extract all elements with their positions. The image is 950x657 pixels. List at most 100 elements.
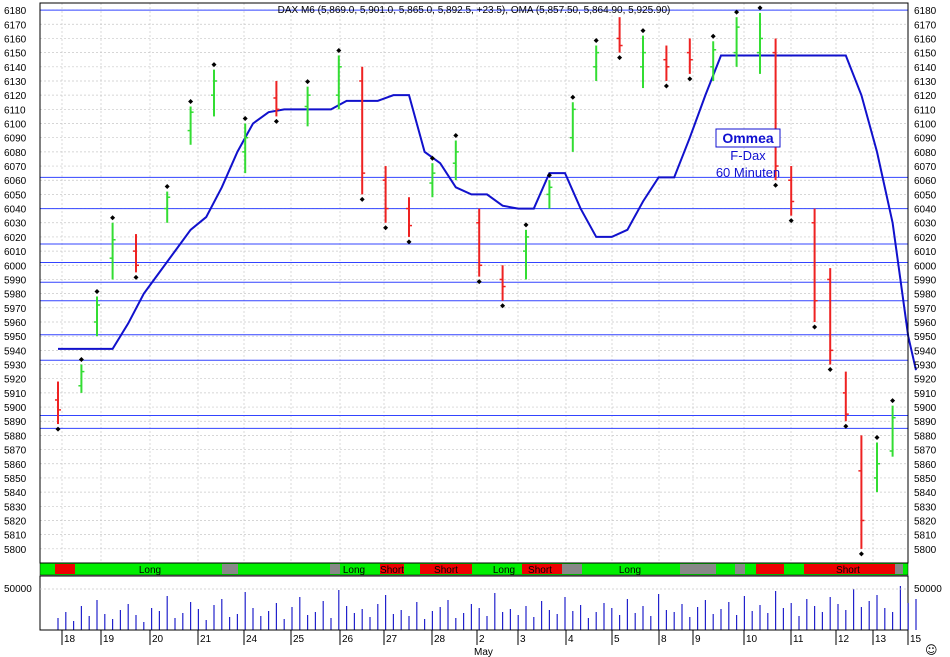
signal-band-segment — [222, 564, 238, 574]
y-tick-label: 5960 — [914, 318, 937, 329]
y-tick-label: 5920 — [914, 375, 937, 386]
signal-band-label: Long — [139, 565, 161, 576]
y-tick-label: 6180 — [914, 6, 937, 17]
y-tick-label: 5870 — [914, 446, 937, 457]
y-tick-label: 6160 — [4, 34, 27, 45]
y-tick-label: 6140 — [914, 63, 937, 74]
x-tick-label: 8 — [661, 634, 667, 645]
y-tick-label: 5860 — [4, 460, 27, 471]
month-label: May — [474, 647, 493, 657]
y-tick-label: 5910 — [4, 389, 27, 400]
signal-band-label: Short — [836, 565, 860, 576]
y-tick-label: 6130 — [914, 77, 937, 88]
signal-band-label: Short — [380, 565, 404, 576]
y-tick-label: 6130 — [4, 77, 27, 88]
y-tick-label: 6080 — [914, 148, 937, 159]
signal-band-segment — [895, 564, 903, 574]
x-tick-label: 10 — [746, 634, 758, 645]
y-tick-label: 5990 — [4, 275, 27, 286]
x-tick-label: 9 — [695, 634, 701, 645]
y-tick-label: 5980 — [914, 290, 937, 301]
x-tick-label: 13 — [875, 634, 887, 645]
y-tick-label: 6090 — [4, 134, 27, 145]
signal-band-segment — [330, 564, 340, 574]
y-tick-label: 5930 — [914, 361, 937, 372]
x-tick-label: 2 — [479, 634, 485, 645]
y-tick-label: 6040 — [914, 205, 937, 216]
y-tick-label: 5960 — [4, 318, 27, 329]
y-tick-label: 6020 — [914, 233, 937, 244]
signal-band-segment — [680, 564, 716, 574]
y-tick-label: 5980 — [4, 290, 27, 301]
y-tick-label: 5820 — [4, 516, 27, 527]
y-tick-label: 5840 — [4, 488, 27, 499]
y-tick-label: 6070 — [914, 162, 937, 173]
signal-band-segment — [55, 564, 75, 574]
chart: 5800581058205830584058505860587058805890… — [0, 0, 950, 657]
volume-axis-label-right: 50000 — [914, 584, 942, 595]
y-tick-label: 6110 — [4, 105, 26, 116]
annotation-line2: 60 Minuten — [716, 165, 780, 180]
x-tick-label: 18 — [64, 634, 76, 645]
y-tick-label: 6120 — [4, 91, 27, 102]
y-tick-label: 6050 — [4, 190, 27, 201]
x-tick-label: 24 — [246, 634, 258, 645]
y-tick-label: 5840 — [914, 488, 937, 499]
y-tick-label: 6180 — [4, 6, 27, 17]
signal-band: Long Long Short Short Long Short Long Short — [39, 562, 909, 576]
y-tick-label: 6110 — [914, 105, 936, 116]
y-tick-label: 6170 — [4, 20, 27, 31]
signal-band-label: Short — [528, 565, 552, 576]
x-tick-label: 27 — [386, 634, 398, 645]
y-tick-label: 5850 — [4, 474, 27, 485]
annotation-title: Ommea — [722, 130, 774, 146]
x-tick-label: 15 — [910, 634, 922, 645]
signal-band-label: Short — [434, 565, 458, 576]
y-tick-label: 6010 — [914, 247, 937, 258]
y-tick-label: 5810 — [914, 531, 937, 542]
y-tick-label: 5860 — [914, 460, 937, 471]
y-tick-label: 5890 — [4, 417, 27, 428]
y-tick-label: 5910 — [914, 389, 937, 400]
y-tick-label: 5870 — [4, 446, 27, 457]
y-tick-label: 6170 — [914, 20, 937, 31]
y-tick-label: 6000 — [4, 261, 27, 272]
y-tick-label: 5940 — [4, 346, 27, 357]
y-tick-label: 6010 — [4, 247, 27, 258]
y-tick-label: 5800 — [4, 545, 27, 556]
y-tick-label: 6100 — [914, 120, 937, 131]
x-tick-label: 5 — [614, 634, 620, 645]
y-tick-label: 6030 — [914, 219, 937, 230]
y-tick-label: 6150 — [914, 49, 937, 60]
smiley-icon[interactable]: ☺ — [925, 643, 938, 657]
y-tick-label: 5880 — [914, 431, 937, 442]
y-tick-label: 5900 — [914, 403, 937, 414]
y-tick-label: 6030 — [4, 219, 27, 230]
y-tick-label: 6040 — [4, 205, 27, 216]
y-tick-label: 6060 — [914, 176, 937, 187]
signal-band-segment — [562, 564, 582, 574]
y-tick-label: 6120 — [914, 91, 937, 102]
x-tick-label: 25 — [293, 634, 305, 645]
y-tick-label: 6140 — [4, 63, 27, 74]
signal-band-label: Long — [343, 565, 365, 576]
x-tick-label: 3 — [520, 634, 526, 645]
y-tick-label: 6000 — [914, 261, 937, 272]
y-tick-label: 5920 — [4, 375, 27, 386]
x-tick-label: 20 — [152, 634, 164, 645]
volume-panel — [39, 575, 917, 631]
y-tick-label: 5880 — [4, 431, 27, 442]
y-tick-label: 6160 — [914, 34, 937, 45]
y-tick-label: 6100 — [4, 120, 27, 131]
y-tick-label: 5950 — [4, 332, 27, 343]
y-tick-label: 5940 — [914, 346, 937, 357]
volume-axis-label-left: 50000 — [4, 584, 32, 595]
y-tick-label: 5890 — [914, 417, 937, 428]
y-tick-label: 5950 — [914, 332, 937, 343]
y-tick-label: 6150 — [4, 49, 27, 60]
volume-frame — [39, 575, 909, 631]
x-tick-label: 4 — [568, 634, 574, 645]
y-tick-label: 6060 — [4, 176, 27, 187]
x-tick-label: 19 — [103, 634, 115, 645]
x-tick-label: 26 — [342, 634, 354, 645]
